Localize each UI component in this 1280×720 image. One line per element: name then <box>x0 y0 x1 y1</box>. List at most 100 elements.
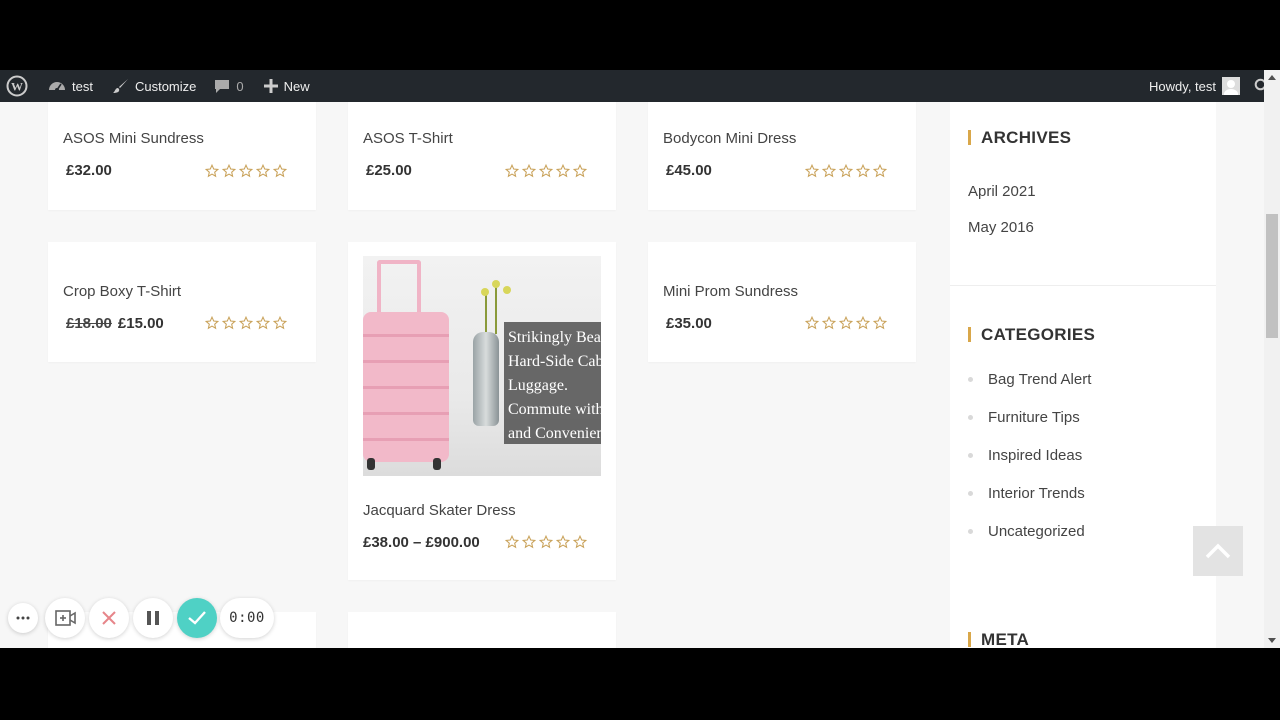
archive-link[interactable]: May 2016 <box>968 219 1034 236</box>
star-icon <box>873 316 887 330</box>
comments-button[interactable]: 0 <box>207 70 250 102</box>
product-card[interactable] <box>48 242 316 362</box>
star-icon <box>222 164 236 178</box>
my-account-button[interactable]: Howdy, test <box>1142 70 1247 102</box>
list-bullet <box>968 415 973 420</box>
admin-bar: W test Customize 0 New Howdy, test <box>0 70 1280 102</box>
svg-text:W: W <box>11 80 23 94</box>
category-link[interactable]: Interior Trends <box>988 485 1085 502</box>
page-viewport: ASOS Mini Sundress £32.00 ASOS T-Shirt £… <box>0 102 1264 648</box>
sidebar: ARCHIVES April 2021 May 2016 CATEGORIES … <box>950 102 1216 648</box>
rating-stars <box>805 316 887 330</box>
avatar <box>1222 77 1240 95</box>
product-price-range: £38.00 – £900.00 <box>363 534 480 551</box>
categories-title: CATEGORIES <box>968 326 1095 343</box>
comment-icon <box>215 80 230 93</box>
widget-divider <box>950 285 1216 286</box>
product-price: £32.00 <box>66 162 112 179</box>
product-price: £18.00 £15.00 <box>66 315 164 332</box>
star-icon <box>573 535 587 549</box>
star-icon <box>556 164 570 178</box>
comments-count: 0 <box>236 78 244 94</box>
site-name-button[interactable]: test <box>41 70 100 102</box>
category-link[interactable]: Bag Trend Alert <box>988 371 1091 388</box>
suitcase-handle <box>377 260 421 312</box>
recorder-more-button[interactable] <box>8 603 38 633</box>
category-link[interactable]: Furniture Tips <box>988 409 1080 426</box>
product-price: £45.00 <box>666 162 712 179</box>
star-icon <box>839 164 853 178</box>
rating-stars <box>205 316 287 330</box>
dashboard-icon <box>49 82 65 92</box>
product-card[interactable] <box>648 242 916 362</box>
rating-stars <box>505 164 587 178</box>
star-icon <box>873 164 887 178</box>
new-label: New <box>283 78 310 94</box>
star-icon <box>556 535 570 549</box>
customize-label: Customize <box>134 78 197 94</box>
plus-icon <box>263 79 278 93</box>
product-name[interactable]: Jacquard Skater Dress <box>363 502 516 519</box>
product-card[interactable] <box>348 612 616 648</box>
scroll-down-arrow[interactable] <box>1268 638 1276 643</box>
star-icon <box>205 316 219 330</box>
category-link[interactable]: Uncategorized <box>988 523 1085 540</box>
product-price: £25.00 <box>366 162 412 179</box>
product-name[interactable]: Mini Prom Sundress <box>663 283 798 300</box>
scroll-up-arrow[interactable] <box>1268 75 1276 80</box>
product-card[interactable] <box>48 102 316 210</box>
star-icon <box>522 535 536 549</box>
howdy-label: Howdy, test <box>1149 78 1216 94</box>
product-name[interactable]: Bodycon Mini Dress <box>663 130 796 147</box>
star-icon <box>239 164 253 178</box>
site-name-label: test <box>72 78 93 94</box>
pause-icon <box>147 611 159 625</box>
star-icon <box>256 316 270 330</box>
product-price: £35.00 <box>666 315 712 332</box>
meta-title: META <box>968 631 1029 648</box>
rating-stars <box>205 164 287 178</box>
product-name[interactable]: ASOS Mini Sundress <box>63 130 204 147</box>
close-icon <box>102 611 116 625</box>
star-icon <box>505 535 519 549</box>
recorder-camera-button[interactable] <box>45 598 85 638</box>
star-icon <box>256 164 270 178</box>
recorder-timer: 0:00 <box>220 598 274 638</box>
star-icon <box>573 164 587 178</box>
new-content-button[interactable]: New <box>257 70 317 102</box>
star-icon <box>539 535 553 549</box>
star-icon <box>273 164 287 178</box>
archives-title: ARCHIVES <box>968 129 1071 146</box>
category-link[interactable]: Inspired Ideas <box>988 447 1082 464</box>
product-name[interactable]: ASOS T-Shirt <box>363 130 453 147</box>
wordpress-logo-button[interactable]: W <box>0 70 35 102</box>
star-icon <box>822 316 836 330</box>
list-bullet <box>968 529 973 534</box>
rating-stars <box>805 164 887 178</box>
back-to-top-button[interactable] <box>1193 526 1243 576</box>
recorder-finish-button[interactable] <box>177 598 217 638</box>
star-icon <box>522 164 536 178</box>
image-promo-text: Strikingly Beau Hard-Side Cabi Luggage. … <box>504 322 601 444</box>
more-icon <box>16 616 30 620</box>
product-card[interactable] <box>348 102 616 210</box>
customize-button[interactable]: Customize <box>106 70 203 102</box>
recorder-pause-button[interactable] <box>133 598 173 638</box>
star-icon <box>205 164 219 178</box>
scrollbar[interactable] <box>1264 70 1280 648</box>
list-bullet <box>968 491 973 496</box>
suitcase <box>363 312 449 462</box>
star-icon <box>222 316 236 330</box>
product-name[interactable]: Crop Boxy T-Shirt <box>63 283 181 300</box>
star-icon <box>505 164 519 178</box>
star-icon <box>273 316 287 330</box>
scrollbar-thumb[interactable] <box>1266 214 1278 338</box>
archive-link[interactable]: April 2021 <box>968 183 1036 200</box>
product-image[interactable]: Strikingly Beau Hard-Side Cabi Luggage. … <box>363 256 601 476</box>
star-icon <box>539 164 553 178</box>
letterbox-bottom <box>0 648 1280 720</box>
recorder-cancel-button[interactable] <box>89 598 129 638</box>
product-card[interactable] <box>648 102 916 210</box>
product-old-price: £18.00 <box>66 315 112 332</box>
rating-stars <box>505 535 587 549</box>
